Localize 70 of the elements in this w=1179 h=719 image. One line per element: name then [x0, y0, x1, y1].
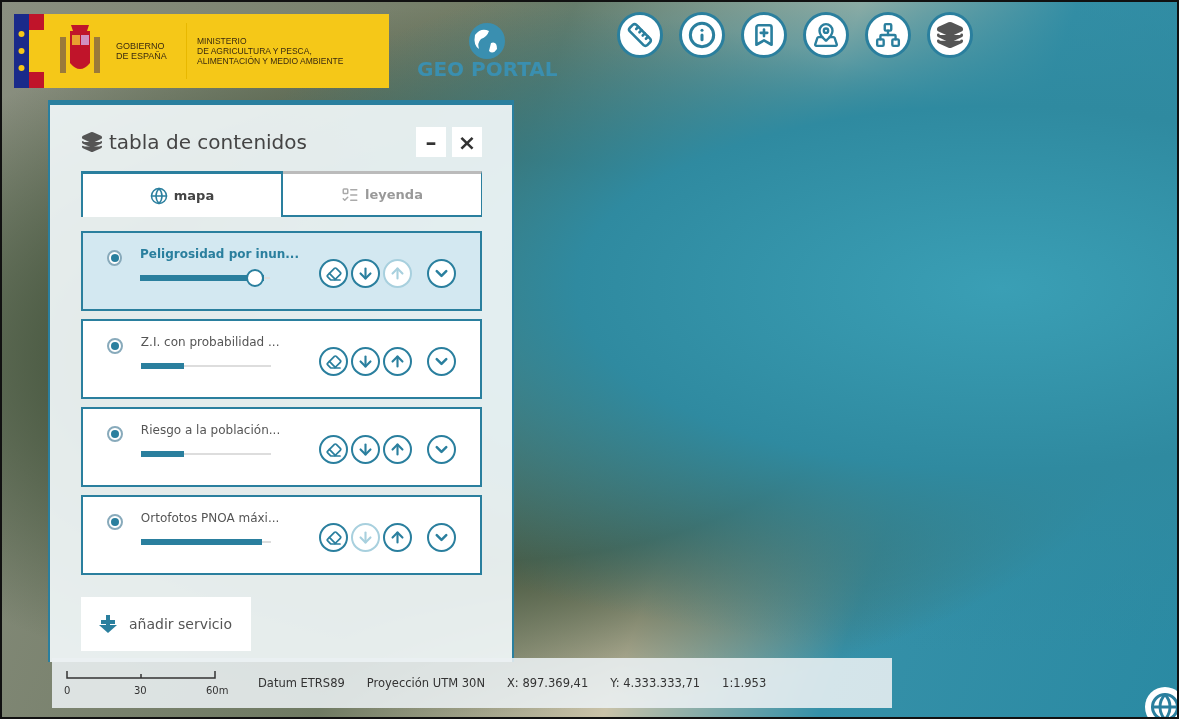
add-service-button[interactable]: añadir servicio: [81, 597, 251, 651]
move-down-button[interactable]: [351, 347, 380, 376]
erase-button[interactable]: [319, 259, 348, 288]
layer-radio[interactable]: [107, 514, 123, 530]
expand-button[interactable]: [427, 259, 456, 288]
expand-button[interactable]: [427, 347, 456, 376]
erase-button[interactable]: [319, 523, 348, 552]
move-down-button[interactable]: [351, 259, 380, 288]
erase-button[interactable]: [319, 435, 348, 464]
layers-tool-button[interactable]: [927, 12, 973, 58]
map-tool-button[interactable]: [803, 12, 849, 58]
x-coordinate: X: 897.369,41: [507, 676, 589, 690]
portal-title: GEO PORTAL: [417, 57, 558, 81]
layer-name: Z.I. con probabilidad ...: [140, 335, 281, 349]
globe-icon: [1150, 692, 1177, 717]
sitemap-icon: [875, 22, 901, 48]
close-button[interactable]: ×: [452, 127, 482, 157]
panel-title: tabla de contenidos: [109, 130, 308, 154]
arrow-down-icon: [357, 529, 374, 546]
arrow-up-icon: [389, 529, 406, 546]
add-download-icon: [97, 613, 119, 635]
bookmark-tool-button[interactable]: [741, 12, 787, 58]
move-up-button[interactable]: [383, 523, 412, 552]
map-scale: 1:1.953: [722, 676, 767, 690]
tree-tool-button[interactable]: [865, 12, 911, 58]
info-icon: [688, 21, 716, 49]
legend-icon: [341, 185, 360, 204]
eraser-icon: [325, 441, 342, 458]
eraser-icon: [325, 529, 342, 546]
move-up-button[interactable]: [383, 347, 412, 376]
layer-card[interactable]: Ortofotos PNOA máxi...: [81, 495, 482, 575]
datum-text: Datum ETRS89: [258, 676, 345, 690]
scale-label: 60m: [206, 685, 229, 696]
layer-card[interactable]: Riesgo a la población...: [81, 407, 482, 487]
layer-card[interactable]: Peligrosidad por inun...: [81, 231, 482, 311]
scale-label: 30: [134, 685, 147, 696]
map-pin-icon: [813, 22, 839, 48]
arrow-down-icon: [357, 265, 374, 282]
arrow-down-icon: [357, 353, 374, 370]
panel-tab[interactable]: mapa: [81, 171, 283, 217]
info-tool-button[interactable]: [679, 12, 725, 58]
ministry-text: MINISTERIO DE AGRICULTURA Y PESCA, ALIMENTACIÓN Y MEDIO AMBIENTE: [186, 23, 344, 79]
erase-button[interactable]: [319, 347, 348, 376]
ruler-tool-button[interactable]: [617, 12, 663, 58]
layer-card[interactable]: Z.I. con probabilidad ...: [81, 319, 482, 399]
arrow-down-icon: [357, 441, 374, 458]
slider-thumb[interactable]: [246, 269, 265, 287]
expand-button[interactable]: [427, 523, 456, 552]
move-down-button[interactable]: [351, 435, 380, 464]
government-text: GOBIERNO DE ESPAÑA: [116, 41, 168, 61]
layer-name: Riesgo a la población...: [140, 423, 282, 437]
layer-name: Ortofotos PNOA máxi...: [140, 511, 281, 525]
eraser-icon: [325, 265, 342, 282]
y-coordinate: Y: 4.333.333,71: [610, 676, 701, 690]
layers-icon: [81, 131, 103, 153]
globe-icon: [149, 186, 168, 205]
minimize-button[interactable]: –: [416, 127, 446, 157]
layer-radio[interactable]: [107, 338, 123, 354]
ruler-icon: [627, 22, 653, 48]
scale-label: 0: [64, 685, 71, 696]
opacity-slider[interactable]: [140, 269, 270, 287]
globe-logo-icon: [467, 21, 508, 61]
layers-icon: [936, 21, 964, 49]
layer-name: Peligrosidad por inun...: [140, 247, 299, 261]
layer-radio[interactable]: [107, 250, 122, 266]
expand-button[interactable]: [427, 435, 456, 464]
projection-text: Proyección UTM 30N: [366, 676, 485, 690]
move-up-button[interactable]: [383, 435, 412, 464]
layer-radio[interactable]: [107, 426, 123, 442]
eraser-icon: [325, 353, 342, 370]
